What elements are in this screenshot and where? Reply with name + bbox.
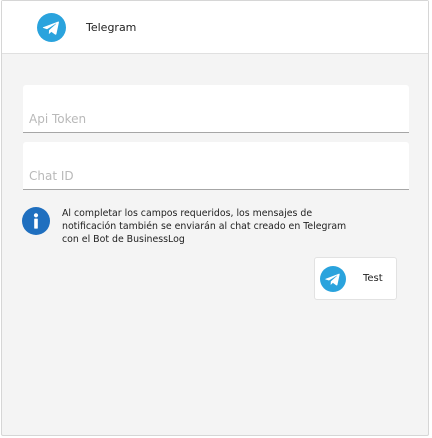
test-button-label: Test [363, 273, 383, 284]
settings-panel: Telegram Al completar los campos requeri… [1, 0, 429, 436]
chat-id-input[interactable] [29, 169, 403, 183]
telegram-icon [37, 13, 66, 42]
header-title: Telegram [86, 21, 137, 34]
telegram-icon [320, 266, 346, 292]
info-message: Al completar los campos requeridos, los … [62, 208, 347, 245]
panel-header: Telegram [2, 1, 428, 54]
info-icon [22, 207, 50, 235]
api-token-input[interactable] [29, 112, 403, 126]
test-button[interactable]: Test [314, 257, 397, 300]
api-token-field[interactable] [23, 85, 409, 133]
chat-id-field[interactable] [23, 142, 409, 190]
